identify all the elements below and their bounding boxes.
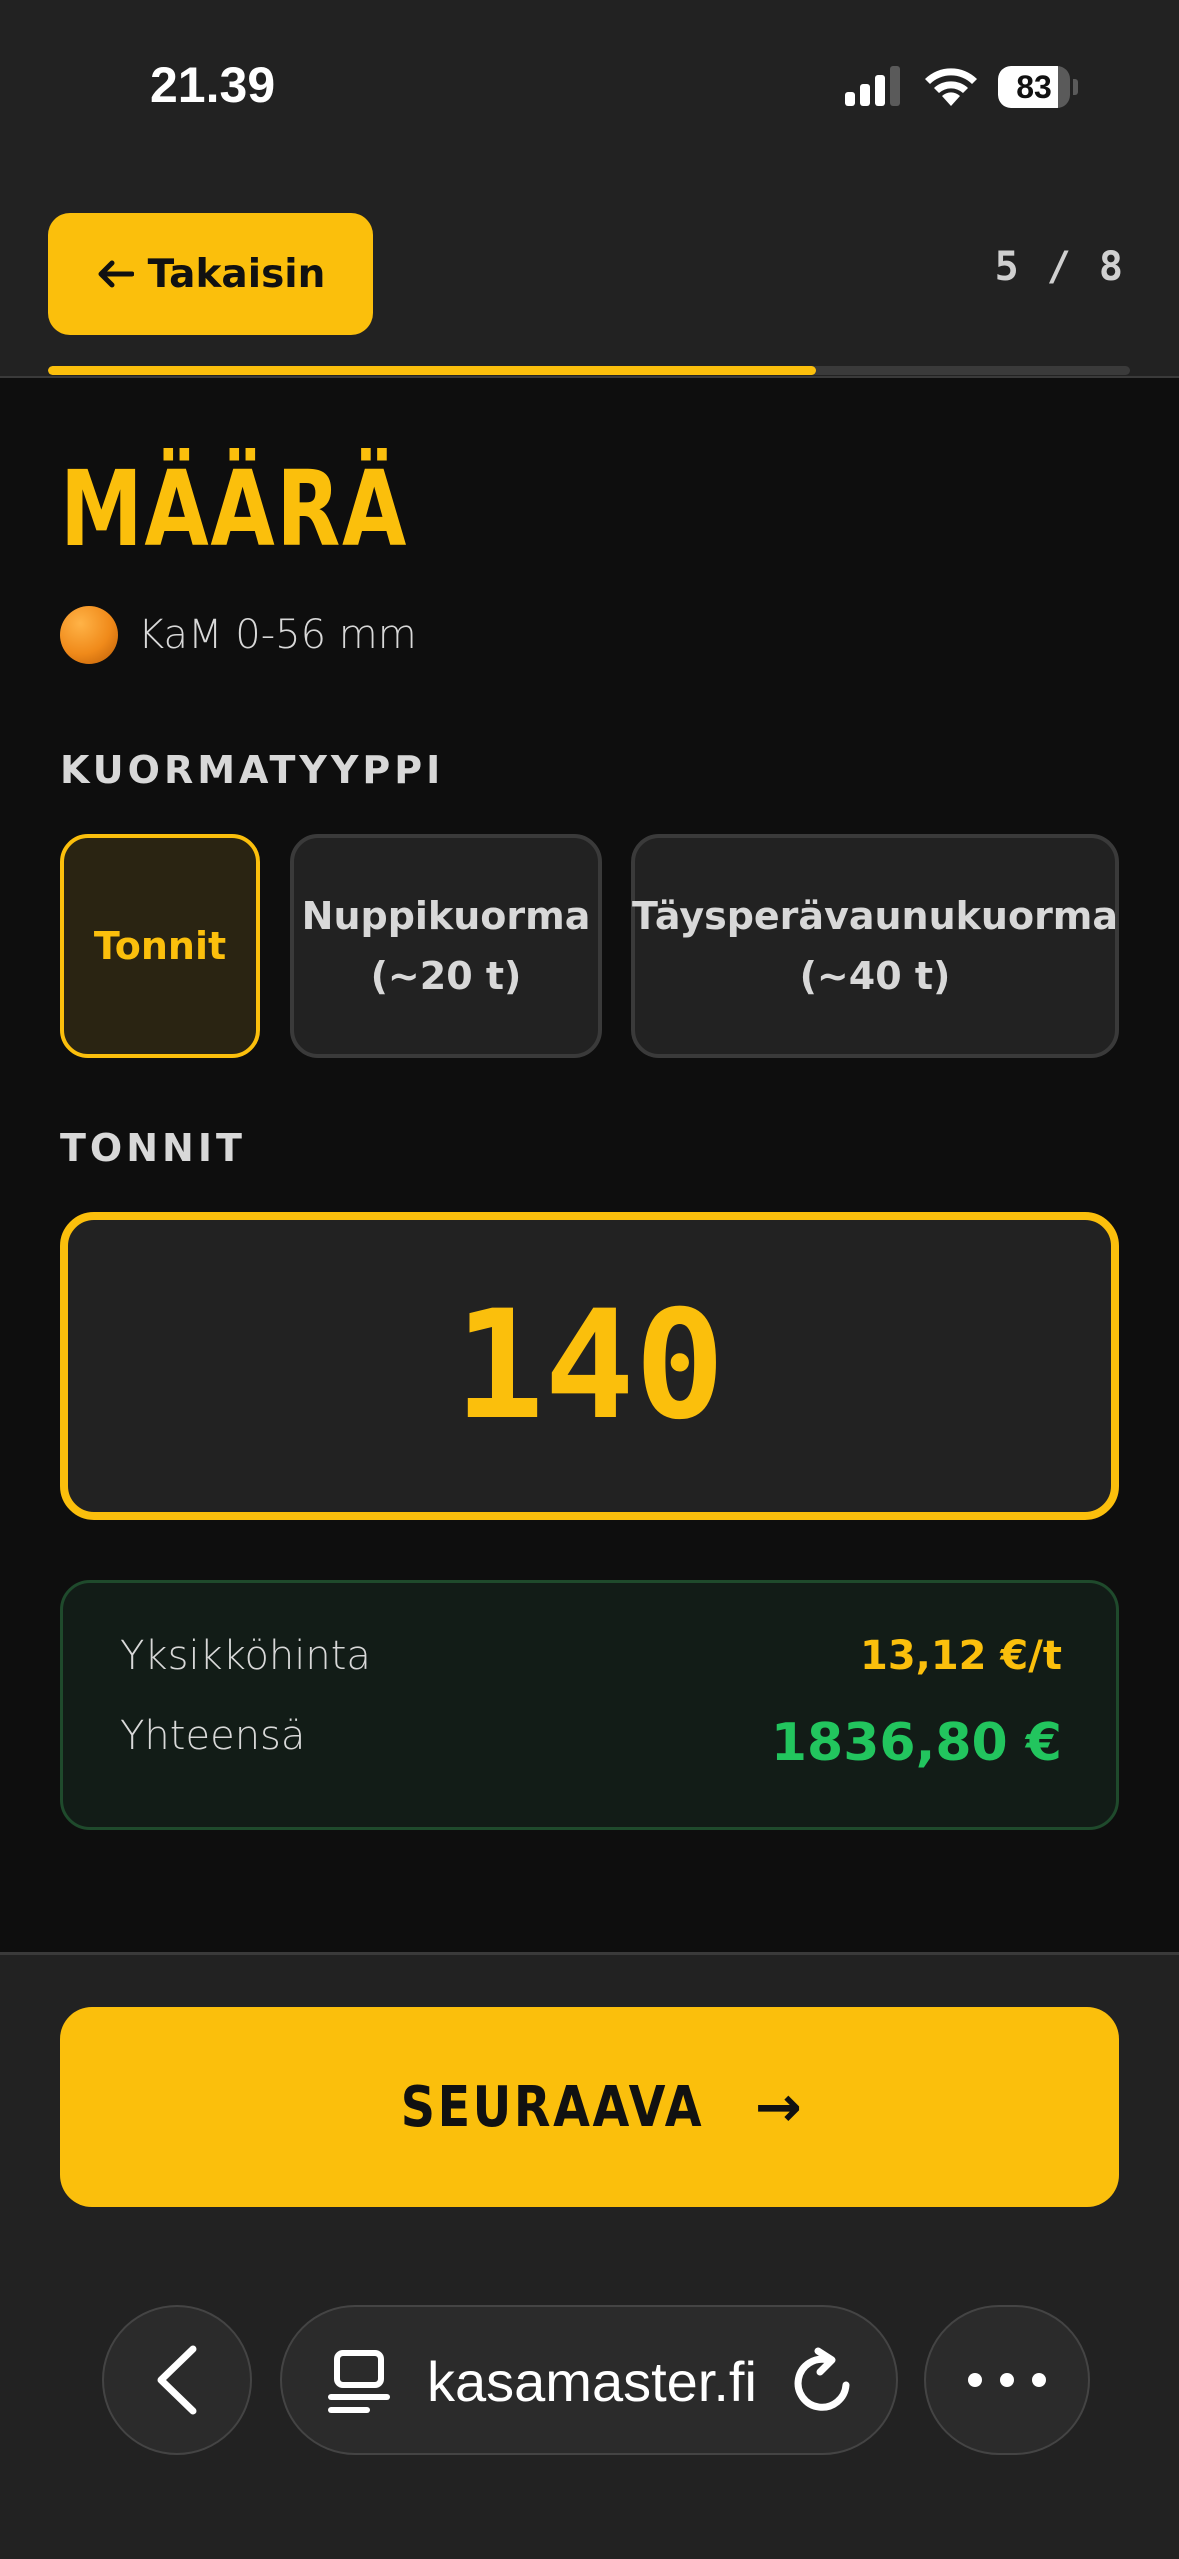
- back-button[interactable]: Takaisin: [48, 213, 373, 335]
- reload-icon[interactable]: [788, 2347, 858, 2417]
- load-option-truck[interactable]: Nuppikuorma (~20 t): [290, 834, 602, 1058]
- load-option-sublabel: (~40 t): [799, 954, 951, 998]
- unit-price-label: Yksikköhinta: [120, 1633, 371, 1679]
- unit-price-value: 13,12 €/t: [859, 1633, 1062, 1679]
- tab-overview-icon: [328, 2350, 390, 2413]
- more-dots-icon: [1000, 2373, 1014, 2387]
- battery-icon: 83: [998, 66, 1070, 108]
- more-dots-icon: [968, 2373, 982, 2387]
- load-option-label: Nuppikuorma: [301, 894, 591, 938]
- status-bar: 21.39 83: [0, 0, 1179, 190]
- load-option-label: Täysperävaunukuorma: [631, 894, 1119, 938]
- price-summary: Yksikköhinta 13,12 €/t Yhteensä 1836,80 …: [60, 1580, 1119, 1830]
- status-time: 21.39: [150, 57, 276, 113]
- arrow-right-icon: →: [755, 2074, 805, 2140]
- load-option-tonnes[interactable]: Tonnit: [60, 834, 260, 1058]
- wifi-icon: [925, 68, 977, 106]
- battery-percentage: 83: [1016, 69, 1052, 105]
- next-button[interactable]: SEURAAVA →: [60, 2007, 1119, 2207]
- product-name: KaM 0-56 mm: [138, 612, 417, 658]
- load-option-full-trailer[interactable]: Täysperävaunukuorma (~40 t): [631, 834, 1119, 1058]
- progress-bar-fill: [48, 366, 817, 375]
- next-button-label: SEURAAVA: [400, 2074, 705, 2140]
- chevron-left-icon: [157, 2345, 197, 2415]
- battery-nub: [1073, 79, 1078, 95]
- total-value: 1836,80 €: [770, 1713, 1062, 1773]
- orange-circle-icon: [60, 606, 118, 664]
- load-option-sublabel: (~20 t): [370, 954, 522, 998]
- load-option-label: Tonnit: [93, 924, 227, 968]
- load-type-label: KUORMATYYPPI: [60, 748, 445, 792]
- more-dots-icon: [1032, 2373, 1046, 2387]
- browser-back-button[interactable]: [102, 2305, 252, 2455]
- more-options-button[interactable]: [924, 2305, 1090, 2455]
- selected-product: KaM 0-56 mm: [60, 606, 417, 664]
- address-bar[interactable]: kasamaster.fi: [280, 2305, 898, 2455]
- footer: SEURAAVA → kasamaster.fi: [0, 1952, 1179, 2559]
- tonnes-label: TONNIT: [60, 1126, 246, 1170]
- step-counter: 5 / 8: [994, 244, 1125, 290]
- page-title: MÄÄRÄ: [60, 448, 409, 570]
- arrow-left-icon: [98, 260, 134, 288]
- wizard-header: Takaisin 5 / 8: [0, 190, 1179, 378]
- cellular-signal-icon: [845, 66, 900, 106]
- tonnes-value: 140: [454, 1279, 725, 1453]
- total-label: Yhteensä: [120, 1713, 306, 1759]
- url-text: kasamaster.fi: [427, 2350, 757, 2413]
- progress-bar: [48, 366, 1130, 375]
- tonnes-input[interactable]: 140: [60, 1212, 1119, 1520]
- back-button-label: Takaisin: [147, 251, 326, 297]
